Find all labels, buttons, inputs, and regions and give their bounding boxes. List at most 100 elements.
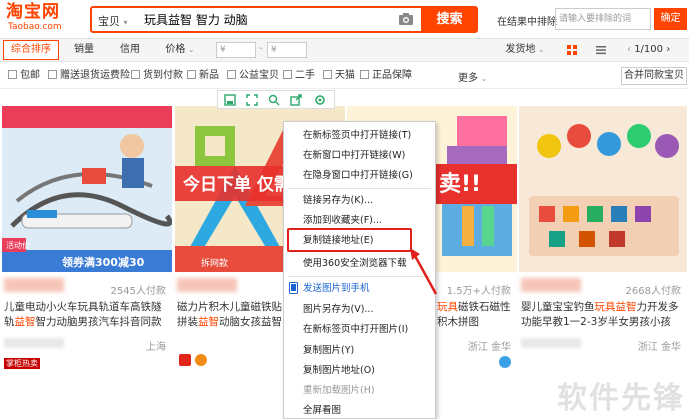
location: 浙江 金华 [467,342,511,353]
search-input[interactable] [144,8,392,31]
filter-bar: 包邮 赠送退货运费险 货到付款 新品 公益宝贝 二手 天猫 正品保障 更多 ⌄ … [0,63,689,89]
highlight-box [287,228,412,252]
sort-sales[interactable]: 销量 [64,39,104,61]
checkbox[interactable] [8,70,17,79]
product-image[interactable] [519,106,687,272]
menu-fullscreen-view[interactable]: 全屏看图 [284,401,435,419]
checkbox[interactable] [227,70,236,79]
filter-tmall[interactable]: 天猫 [323,69,355,82]
wangwang-icon[interactable] [195,354,207,366]
activity-tag: 活动价 [6,241,30,250]
menu-open-new-tab[interactable]: 在新标签页中打开链接(T) [284,126,435,145]
page-indicator: 1/100 [634,44,664,55]
promo-text: 今日下单 仅需 [183,175,291,195]
filter-label: 货到付款 [143,70,183,81]
search-box: 宝贝 ▾ 搜索 [90,6,478,33]
logo-text-en: Taobao.com [8,22,62,32]
next-page-icon[interactable]: › [666,44,670,55]
search-image-icon[interactable] [268,94,280,106]
taobao-logo[interactable]: 淘宝网 Taobao.com [6,2,76,34]
hot-seller-badge: 掌柜热卖 [4,358,40,369]
filter-cod[interactable]: 货到付款 [131,69,183,82]
wangwang-icon[interactable] [499,356,511,368]
settings-icon[interactable] [314,94,326,106]
exclude-label: 在结果中排除 [497,17,557,28]
merge-same-button[interactable]: 合并同款宝贝 [621,67,687,85]
logo-text-cn: 淘宝网 [6,2,60,22]
watermark: 软件先锋 [557,381,685,416]
menu-reload-image[interactable]: 重新加载图片(H) [284,381,435,400]
menu-open-new-window[interactable]: 在新窗口中打开链接(W) [284,146,435,165]
menu-divider [288,188,431,189]
sort-default[interactable]: 综合排序 [3,40,59,60]
price-min-input[interactable]: ¥ [216,42,256,58]
location: 上海 [146,342,166,353]
fullscreen-icon[interactable] [246,94,258,106]
shop-name-blurred[interactable] [521,338,581,348]
checkbox[interactable] [360,70,369,79]
more-filters[interactable]: 更多 ⌄ [458,69,487,84]
header: 淘宝网 Taobao.com 宝贝 ▾ 搜索 在结果中排除 请输入要排除的词 确… [0,0,689,38]
filter-label: 包邮 [20,70,40,81]
more-label: 更多 [458,73,478,84]
grid-view-icon[interactable] [567,45,577,55]
wangwang-icon[interactable] [179,354,191,366]
shop-name-blurred[interactable] [4,338,64,348]
confirm-button[interactable]: 确定 [654,8,687,30]
ship-from-select[interactable]: 发货地 ⌄ [500,39,550,61]
menu-save-link-as[interactable]: 链接另存为(K)... [284,191,435,210]
checkbox[interactable] [48,70,57,79]
chevron-down-icon: ⌄ [185,45,195,54]
promo-text: 领券满300减30 [62,256,145,269]
filter-new[interactable]: 新品 [187,69,219,82]
product-image[interactable]: 活动价 领券满300减30 [2,106,172,272]
search-category-label: 宝贝 [98,15,120,28]
exclude-input[interactable]: 请输入要排除的词 [555,8,651,30]
filter-return-insurance[interactable]: 赠送退货运费险 [48,69,130,82]
menu-open-image-new-tab[interactable]: 在新标签页中打开图片(I) [284,320,435,339]
checkbox[interactable] [187,70,196,79]
filter-second-hand[interactable]: 二手 [283,69,315,82]
filter-label: 公益宝贝 [239,70,279,81]
product-title[interactable]: 玩具磁铁石磁性积木拼图 [437,300,515,330]
image-toolbar [217,90,335,109]
arrow-annotation-icon [410,248,438,295]
product-title[interactable]: 儿童电动小火车玩具轨道车高铁隧轨益智智力动脑男孩汽车抖音同款 [4,300,168,330]
camera-icon[interactable] [398,12,414,26]
checkbox[interactable] [283,70,292,79]
share-icon[interactable] [290,94,302,106]
filter-label: 二手 [295,70,315,81]
pager: ‹ 1/100 › [627,39,670,61]
promo-text: 卖!! [439,172,482,197]
location: 浙江 金华 [637,342,681,353]
product-title[interactable]: 磁力片积木儿童磁铁贴拼装益智动脑女孩益智拼装 [177,300,287,330]
product-card[interactable]: 活动价 领券满300减30 2545人付款 儿童电动小火车玩具轨道车高铁隧轨益智… [2,106,172,369]
checkbox[interactable] [323,70,332,79]
filter-genuine[interactable]: 正品保障 [360,69,412,82]
sort-credit[interactable]: 信用 [110,39,150,61]
chevron-down-icon: ⌄ [478,74,488,83]
menu-open-incognito[interactable]: 在隐身窗口中打开链接(G) [284,166,435,185]
sort-price[interactable]: 价格 ⌄ [160,39,200,61]
product-title[interactable]: 婴儿童宝宝钓鱼玩具益智力开发多功能早教1一2-3岁半女男孩小孩 [521,300,685,330]
phone-icon [289,282,298,294]
search-category-select[interactable]: 宝贝 ▾ [98,13,128,29]
list-view-icon[interactable] [596,45,606,55]
filter-label: 天猫 [335,70,355,81]
menu-copy-image[interactable]: 复制图片(Y) [284,341,435,360]
menu-copy-image-address[interactable]: 复制图片地址(O) [284,361,435,380]
price-range-dash: - [259,43,263,54]
chevron-down-icon: ▾ [123,18,128,27]
filter-free-shipping[interactable]: 包邮 [8,69,40,82]
product-card[interactable]: 2668人付款 婴儿童宝宝钓鱼玩具益智力开发多功能早教1一2-3岁半女男孩小孩 … [519,106,687,368]
title-highlight: 益智 [14,316,36,328]
search-button[interactable]: 搜索 [421,6,478,33]
product-image-art [519,106,687,272]
checkbox[interactable] [131,70,140,79]
menu-save-image-as[interactable]: 图片另存为(V)... [284,300,435,319]
price-max-input[interactable]: ¥ [267,42,307,58]
save-icon[interactable] [224,94,236,106]
filter-charity[interactable]: 公益宝贝 [227,69,279,82]
activity-tag: 拆网款 [201,259,229,269]
price-blurred [4,278,64,292]
